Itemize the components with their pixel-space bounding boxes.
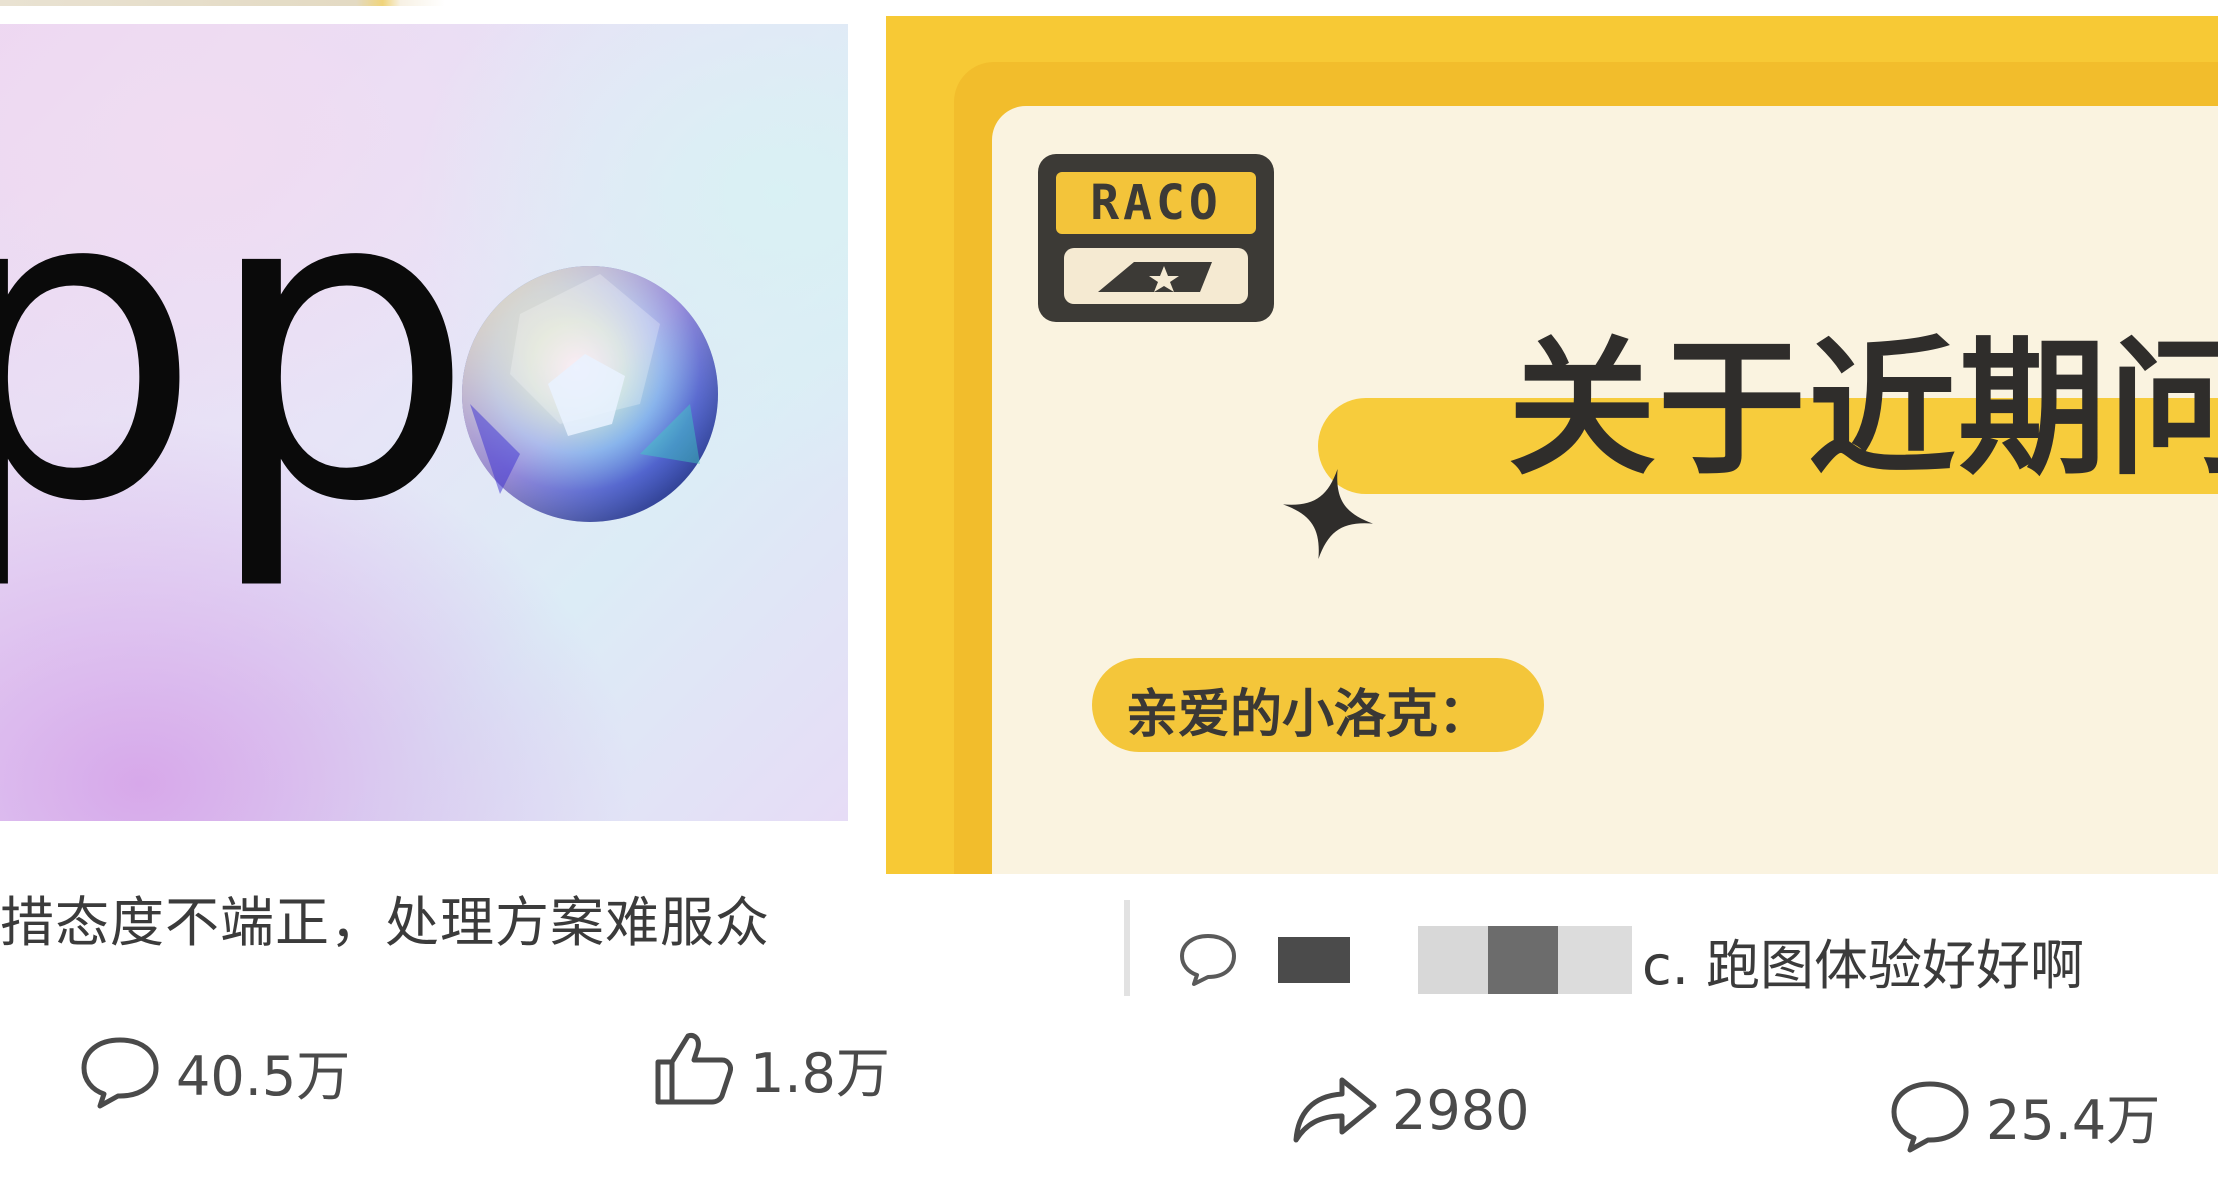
right-comment-button[interactable]: 25.4万 (1888, 1076, 2160, 1155)
left-post-cover-image[interactable]: pp (0, 24, 848, 821)
comment-preview-text: c. 跑图体验好好啊 (1642, 933, 2085, 997)
right-comment-count: 25.4万 (1986, 1089, 2161, 1152)
share-icon (1293, 1077, 1377, 1143)
cover-greeting: 亲爱的小洛克： (1126, 685, 1491, 745)
comment-icon (81, 1037, 159, 1108)
right-share-count: 2980 (1392, 1078, 1530, 1142)
thumbs-up-icon (655, 1033, 733, 1105)
cover-wordmark: pp (0, 96, 476, 596)
left-post-title[interactable]: 措态度不端正，处理方案难服众 (0, 878, 770, 957)
left-comment-count: 40.5万 (176, 1045, 351, 1108)
left-like-count: 1.8万 (750, 1041, 890, 1105)
right-share-button[interactable]: 2980 (1290, 1074, 1529, 1146)
sparkle-star-icon (1283, 469, 1373, 559)
redacted-text (1418, 926, 1632, 994)
left-comment-button[interactable]: 40.5万 (78, 1032, 350, 1111)
cover-headline: 关于近期问题 (1508, 323, 2218, 495)
redacted-username (1278, 937, 1350, 983)
game-logo-badge (1064, 248, 1248, 304)
cover-logo-graphic: pp (0, 96, 718, 596)
game-logo: RACO (1038, 154, 1274, 322)
right-comment-preview[interactable]: c. 跑图体验好好啊 (1178, 920, 2084, 1000)
left-like-button[interactable]: 1.8万 (652, 1028, 890, 1108)
right-post-cover-image[interactable]: RACO 关于近期问题 亲爱的小洛克： (886, 16, 2218, 874)
logo-star-icon (1098, 262, 1212, 292)
comment-icon (1180, 934, 1236, 986)
crystal-ball-icon (462, 266, 718, 522)
previous-item-strip (0, 0, 445, 6)
comment-icon (1891, 1081, 1969, 1152)
comment-preview-divider (1124, 900, 1130, 996)
game-logo-text: RACO (1056, 172, 1256, 234)
